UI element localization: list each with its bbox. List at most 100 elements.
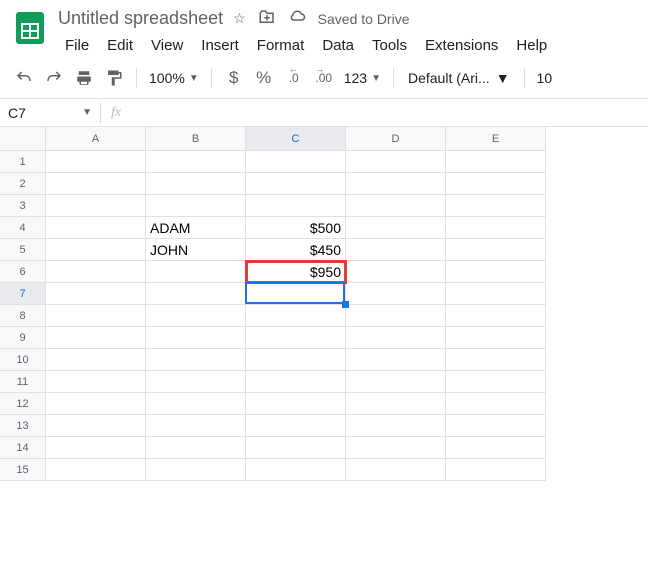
- cell[interactable]: [246, 349, 346, 371]
- cell[interactable]: [146, 327, 246, 349]
- zoom-selector[interactable]: 100%▼: [145, 70, 203, 86]
- menu-edit[interactable]: Edit: [100, 33, 140, 58]
- row-header[interactable]: 5: [0, 239, 46, 261]
- row-header[interactable]: 15: [0, 459, 46, 481]
- row-header[interactable]: 9: [0, 327, 46, 349]
- row-header[interactable]: 6: [0, 261, 46, 283]
- cell[interactable]: [146, 283, 246, 305]
- cell[interactable]: [446, 217, 546, 239]
- menu-data[interactable]: Data: [315, 33, 361, 58]
- cell[interactable]: [146, 437, 246, 459]
- cell[interactable]: [46, 239, 146, 261]
- cell[interactable]: [46, 173, 146, 195]
- cell[interactable]: [346, 151, 446, 173]
- cell[interactable]: [246, 371, 346, 393]
- cell[interactable]: [446, 393, 546, 415]
- cell[interactable]: [46, 327, 146, 349]
- cell[interactable]: [346, 437, 446, 459]
- cell[interactable]: [446, 459, 546, 481]
- cell[interactable]: [346, 393, 446, 415]
- cell[interactable]: [246, 305, 346, 327]
- formula-bar[interactable]: [131, 99, 648, 126]
- row-header[interactable]: 13: [0, 415, 46, 437]
- cell[interactable]: [146, 371, 246, 393]
- cell[interactable]: [346, 173, 446, 195]
- menu-help[interactable]: Help: [509, 33, 554, 58]
- cell[interactable]: [246, 327, 346, 349]
- move-icon[interactable]: [258, 8, 276, 29]
- cell[interactable]: [446, 437, 546, 459]
- cell[interactable]: [446, 415, 546, 437]
- cell[interactable]: [146, 195, 246, 217]
- cell[interactable]: JOHN: [146, 239, 246, 261]
- percent-button[interactable]: %: [250, 64, 278, 92]
- cell[interactable]: [346, 217, 446, 239]
- row-header[interactable]: 1: [0, 151, 46, 173]
- menu-view[interactable]: View: [144, 33, 190, 58]
- cell[interactable]: [46, 437, 146, 459]
- cell[interactable]: [446, 327, 546, 349]
- menu-extensions[interactable]: Extensions: [418, 33, 505, 58]
- cell[interactable]: [246, 415, 346, 437]
- row-header[interactable]: 11: [0, 371, 46, 393]
- row-header[interactable]: 14: [0, 437, 46, 459]
- cell[interactable]: [346, 415, 446, 437]
- cell[interactable]: ADAM: [146, 217, 246, 239]
- col-header[interactable]: D: [346, 127, 446, 151]
- cell[interactable]: [46, 283, 146, 305]
- cell[interactable]: [446, 283, 546, 305]
- row-header[interactable]: 10: [0, 349, 46, 371]
- cell[interactable]: [346, 371, 446, 393]
- cell[interactable]: [246, 459, 346, 481]
- cell[interactable]: [246, 151, 346, 173]
- cell[interactable]: [246, 173, 346, 195]
- cell[interactable]: [446, 305, 546, 327]
- cell[interactable]: [46, 151, 146, 173]
- cell[interactable]: [146, 459, 246, 481]
- cell[interactable]: $500: [246, 217, 346, 239]
- cell[interactable]: [246, 283, 346, 305]
- cell[interactable]: [246, 393, 346, 415]
- cell[interactable]: [46, 349, 146, 371]
- row-header[interactable]: 2: [0, 173, 46, 195]
- cell[interactable]: [146, 415, 246, 437]
- cell[interactable]: [346, 261, 446, 283]
- cell[interactable]: [446, 349, 546, 371]
- cell[interactable]: [46, 217, 146, 239]
- selection-handle[interactable]: [342, 301, 349, 308]
- cell[interactable]: [346, 459, 446, 481]
- redo-button[interactable]: [40, 64, 68, 92]
- currency-button[interactable]: $: [220, 64, 248, 92]
- cell[interactable]: $450: [246, 239, 346, 261]
- col-header[interactable]: B: [146, 127, 246, 151]
- row-header[interactable]: 8: [0, 305, 46, 327]
- document-title[interactable]: Untitled spreadsheet: [58, 8, 223, 29]
- cell[interactable]: $950: [246, 261, 346, 283]
- cell[interactable]: [46, 305, 146, 327]
- cloud-icon[interactable]: [288, 8, 306, 29]
- cell[interactable]: [446, 239, 546, 261]
- menu-format[interactable]: Format: [250, 33, 312, 58]
- row-header[interactable]: 4: [0, 217, 46, 239]
- font-size[interactable]: 10: [533, 70, 557, 86]
- cell[interactable]: [346, 349, 446, 371]
- menu-tools[interactable]: Tools: [365, 33, 414, 58]
- menu-file[interactable]: File: [58, 33, 96, 58]
- cell[interactable]: [446, 151, 546, 173]
- cell[interactable]: [146, 261, 246, 283]
- cell[interactable]: [346, 195, 446, 217]
- cell[interactable]: [146, 173, 246, 195]
- cell[interactable]: [146, 349, 246, 371]
- cell[interactable]: [246, 437, 346, 459]
- col-header[interactable]: A: [46, 127, 146, 151]
- star-icon[interactable]: ☆: [233, 10, 246, 27]
- cell[interactable]: [446, 261, 546, 283]
- cell[interactable]: [146, 151, 246, 173]
- row-header[interactable]: 7: [0, 283, 46, 305]
- cell[interactable]: [346, 239, 446, 261]
- cell[interactable]: [146, 393, 246, 415]
- cell[interactable]: [146, 305, 246, 327]
- menu-insert[interactable]: Insert: [194, 33, 246, 58]
- cell[interactable]: [446, 371, 546, 393]
- cell[interactable]: [46, 393, 146, 415]
